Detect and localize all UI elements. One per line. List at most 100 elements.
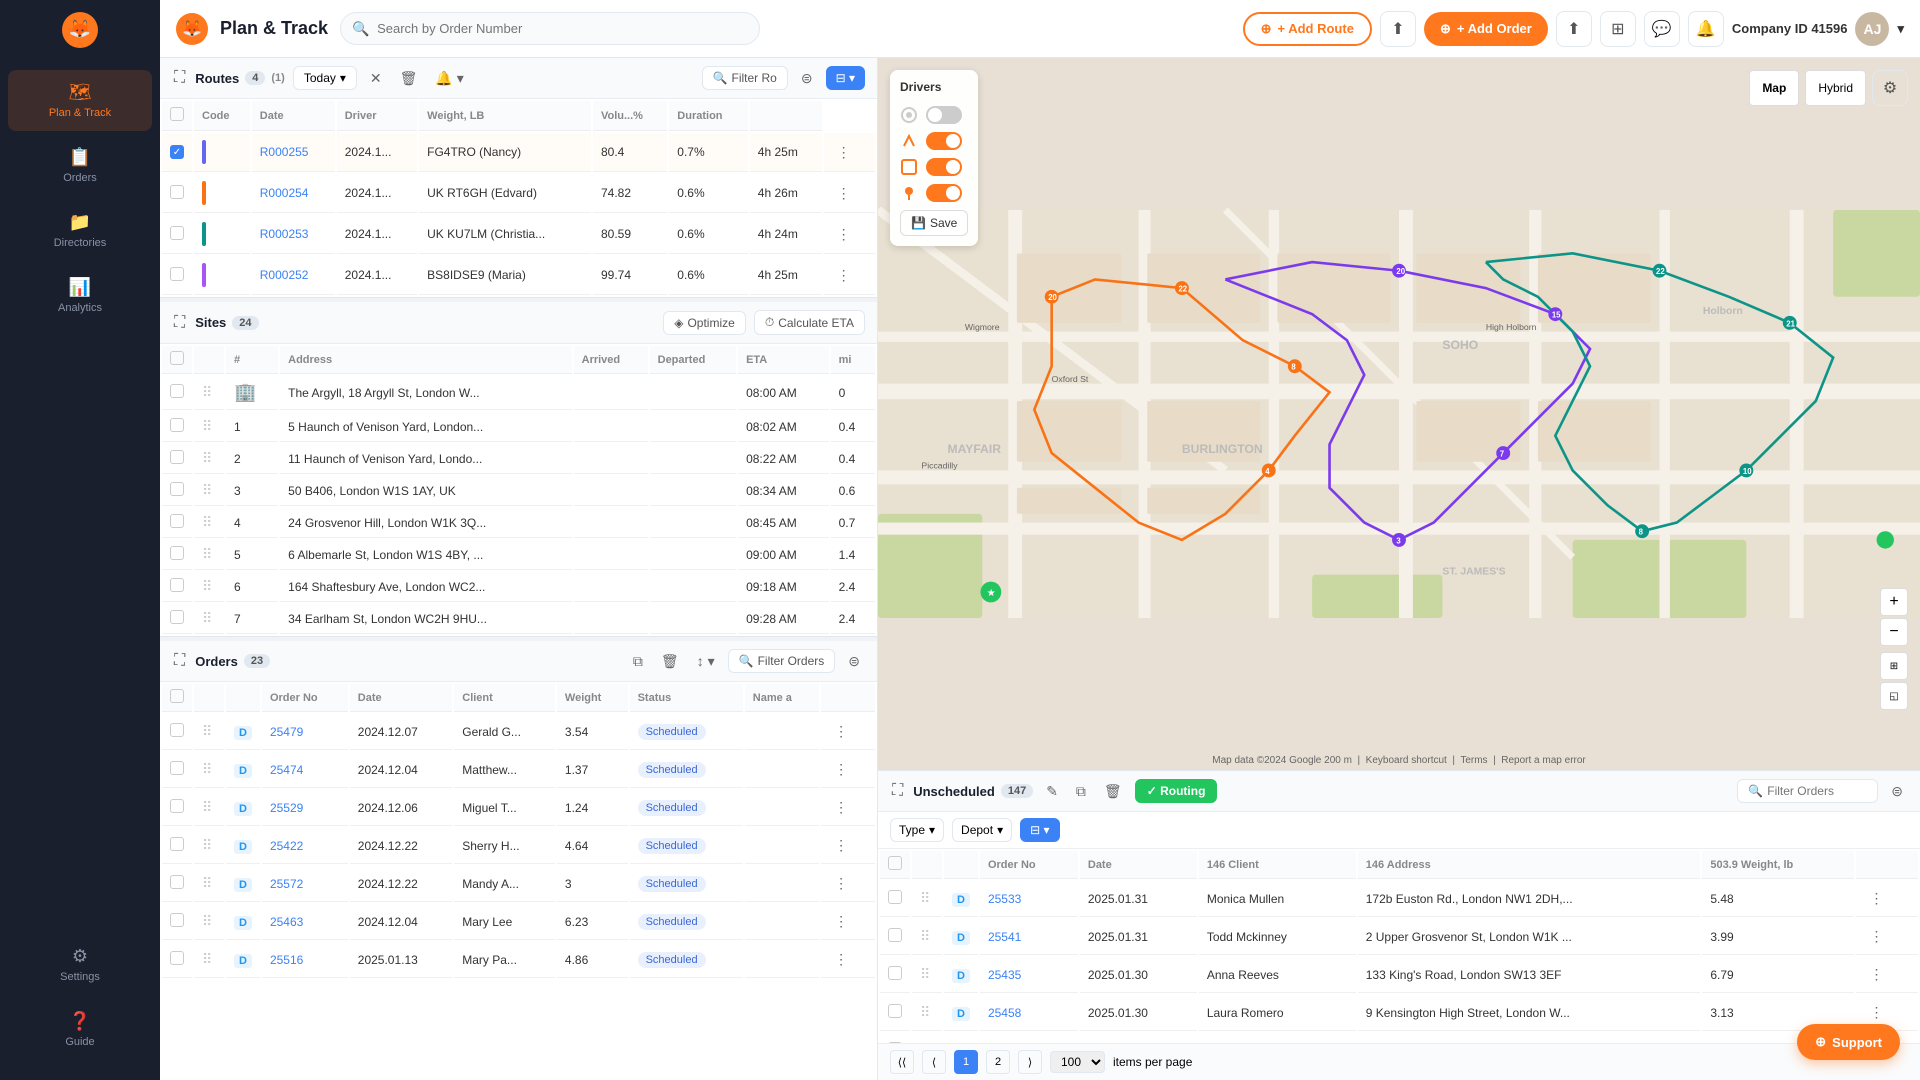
optimize-button[interactable]: ◈ Optimize xyxy=(663,311,746,335)
unsched-menu-0[interactable]: ⋮ xyxy=(1864,887,1888,910)
filter-routes-button[interactable]: 🔍 Filter Ro xyxy=(702,66,788,90)
site-drag-5[interactable]: ⠿ xyxy=(202,546,212,562)
order-checkbox-1[interactable] xyxy=(170,761,184,775)
table-row[interactable]: ⠿ D 25533 2025.01.31 Monica Mullen 172b … xyxy=(880,881,1918,917)
unscheduled-view-toggle[interactable]: ⊟ ▾ xyxy=(1020,818,1059,842)
filter-orders-button[interactable]: 🔍 Filter Orders xyxy=(728,649,836,673)
date-picker-button[interactable]: Today ▾ xyxy=(293,66,357,90)
sidebar-item-directories[interactable]: 📁 Directories xyxy=(8,200,152,261)
page-2-button[interactable]: 2 xyxy=(986,1050,1010,1074)
unsched-menu-3[interactable]: ⋮ xyxy=(1864,1001,1888,1024)
order-menu-0[interactable]: ⋮ xyxy=(829,720,853,743)
sites-expand-btn[interactable]: ⛶ xyxy=(172,312,187,334)
table-row[interactable]: ⠿ 4 24 Grosvenor Hill, London W1K 3Q... … xyxy=(162,508,875,538)
site-drag-0[interactable]: ⠿ xyxy=(202,384,212,400)
order-checkbox-2[interactable] xyxy=(170,799,184,813)
route-menu-2[interactable]: ⋮ xyxy=(832,223,856,246)
filter-unscheduled-field[interactable] xyxy=(1767,784,1867,798)
select-all-orders-checkbox[interactable] xyxy=(170,689,184,703)
table-row[interactable]: R000252 2024.1... BS8IDSE9 (Maria) 99.74… xyxy=(162,256,875,295)
order-menu-4[interactable]: ⋮ xyxy=(829,872,853,895)
site-checkbox-0[interactable] xyxy=(170,384,184,398)
sidebar-item-plan-track[interactable]: 🗺 Plan & Track xyxy=(8,70,152,131)
unscheduled-expand-btn[interactable]: ⛶ xyxy=(890,780,905,802)
grid-button[interactable]: ⊞ xyxy=(1600,11,1636,47)
table-row[interactable]: ⠿ D 25572 2024.12.22 Mandy A... 3 Schedu… xyxy=(162,866,875,902)
table-row[interactable]: ⠿ 6 164 Shaftesbury Ave, London WC2... 0… xyxy=(162,572,875,602)
route-checkbox-3[interactable] xyxy=(170,267,184,281)
order-drag-4[interactable]: ⠿ xyxy=(202,875,212,891)
unsched-checkbox-0[interactable] xyxy=(888,890,902,904)
routing-button[interactable]: ✓ Routing xyxy=(1135,779,1218,803)
order-no-1[interactable]: 25474 xyxy=(270,763,303,777)
chevron-icon[interactable]: ▾ xyxy=(1897,21,1904,37)
sidebar-item-guide[interactable]: ❓ Guide xyxy=(8,999,152,1060)
unscheduled-copy-btn[interactable]: ⧉ xyxy=(1071,780,1091,803)
map-layer-button-1[interactable]: ⊞ xyxy=(1880,652,1908,680)
sidebar-item-orders[interactable]: 📋 Orders xyxy=(8,135,152,196)
select-all-sites-checkbox[interactable] xyxy=(170,351,184,365)
next-page-button[interactable]: ⟩ xyxy=(1018,1050,1042,1074)
unsched-drag-1[interactable]: ⠿ xyxy=(920,928,930,944)
table-row[interactable]: R000254 2024.1... UK RT6GH (Edvard) 74.8… xyxy=(162,174,875,213)
prev-page-button[interactable]: ⟨ xyxy=(922,1050,946,1074)
add-route-button[interactable]: ⊕ + Add Route xyxy=(1243,12,1372,46)
unsched-menu-1[interactable]: ⋮ xyxy=(1864,925,1888,948)
order-no-0[interactable]: 25479 xyxy=(270,725,303,739)
orders-copy-button[interactable]: ⧉ xyxy=(628,650,648,673)
filter-unscheduled-input[interactable]: 🔍 xyxy=(1737,779,1878,803)
toggle-1[interactable] xyxy=(926,106,962,124)
table-row[interactable]: ⠿ 5 6 Albemarle St, London W1S 4BY, ... … xyxy=(162,540,875,570)
site-drag-4[interactable]: ⠿ xyxy=(202,514,212,530)
table-row[interactable]: ⠿ 7 34 Earlham St, London WC2H 9HU... 09… xyxy=(162,604,875,634)
site-drag-2[interactable]: ⠿ xyxy=(202,450,212,466)
view-toggle-button[interactable]: ⊟ ▾ xyxy=(826,66,865,90)
table-row[interactable]: ✓ R000255 2024.1... FG4TRO (Nancy) 80.4 … xyxy=(162,133,875,172)
add-order-button[interactable]: ⊕ + Add Order xyxy=(1424,12,1548,46)
unsched-checkbox-2[interactable] xyxy=(888,966,902,980)
unsched-orderno-2[interactable]: 25435 xyxy=(988,968,1021,982)
route-menu-1[interactable]: ⋮ xyxy=(832,182,856,205)
page-1-button[interactable]: 1 xyxy=(954,1050,978,1074)
unsched-orderno-1[interactable]: 25541 xyxy=(988,930,1021,944)
table-row[interactable]: ⠿ D 25458 2025.01.30 Laura Romero 9 Kens… xyxy=(880,995,1918,1031)
zoom-in-button[interactable]: + xyxy=(1880,588,1908,616)
order-drag-5[interactable]: ⠿ xyxy=(202,913,212,929)
site-drag-7[interactable]: ⠿ xyxy=(202,610,212,626)
filter-funnel-button[interactable]: ⊜ xyxy=(796,67,818,90)
calculate-eta-button[interactable]: ⏱ Calculate ETA xyxy=(754,310,865,335)
unsched-checkbox-1[interactable] xyxy=(888,928,902,942)
zoom-out-button[interactable]: − xyxy=(1880,618,1908,646)
table-row[interactable]: ⠿ D 25422 2024.12.22 Sherry H... 4.64 Sc… xyxy=(162,828,875,864)
unsched-drag-2[interactable]: ⠿ xyxy=(920,966,930,982)
order-checkbox-3[interactable] xyxy=(170,837,184,851)
order-drag-0[interactable]: ⠿ xyxy=(202,723,212,739)
unsched-orderno-0[interactable]: 25533 xyxy=(988,892,1021,906)
toggle-4[interactable] xyxy=(926,184,962,202)
order-checkbox-0[interactable] xyxy=(170,723,184,737)
sidebar-item-analytics[interactable]: 📊 Analytics xyxy=(8,265,152,326)
order-menu-2[interactable]: ⋮ xyxy=(829,796,853,819)
unsched-drag-0[interactable]: ⠿ xyxy=(920,890,930,906)
unscheduled-delete-btn[interactable]: 🗑 xyxy=(1099,780,1127,803)
sidebar-item-settings[interactable]: ⚙ Settings xyxy=(8,934,152,995)
site-drag-1[interactable]: ⠿ xyxy=(202,418,212,434)
table-row[interactable]: ⠿ 3 50 B406, London W1S 1AY, UK 08:34 AM… xyxy=(162,476,875,506)
table-row[interactable]: ⠿ D 25541 2025.01.31 Todd Mckinney 2 Upp… xyxy=(880,919,1918,955)
table-row[interactable]: ⠿ 1 5 Haunch of Venison Yard, London... … xyxy=(162,412,875,442)
route-code-0[interactable]: R000255 xyxy=(260,145,309,159)
routes-expand-btn[interactable]: ⛶ xyxy=(172,67,187,89)
route-checkbox-0[interactable]: ✓ xyxy=(170,145,184,159)
items-per-page-select[interactable]: 100 50 25 xyxy=(1050,1051,1105,1073)
table-row[interactable]: R000253 2024.1... UK KU7LM (Christia... … xyxy=(162,215,875,254)
route-code-2[interactable]: R000253 xyxy=(260,227,309,241)
upload-button[interactable]: ⬆ xyxy=(1380,11,1416,47)
site-checkbox-7[interactable] xyxy=(170,610,184,624)
unscheduled-edit-btn[interactable]: ✎ xyxy=(1041,780,1063,803)
table-row[interactable]: ⠿ 2 11 Haunch of Venison Yard, Londo... … xyxy=(162,444,875,474)
chat-button[interactable]: 💬 xyxy=(1644,11,1680,47)
map-layer-button-2[interactable]: ◱ xyxy=(1880,682,1908,710)
first-page-button[interactable]: ⟨⟨ xyxy=(890,1050,914,1074)
upload-button-2[interactable]: ⬆ xyxy=(1556,11,1592,47)
route-menu-0[interactable]: ⋮ xyxy=(832,141,856,164)
